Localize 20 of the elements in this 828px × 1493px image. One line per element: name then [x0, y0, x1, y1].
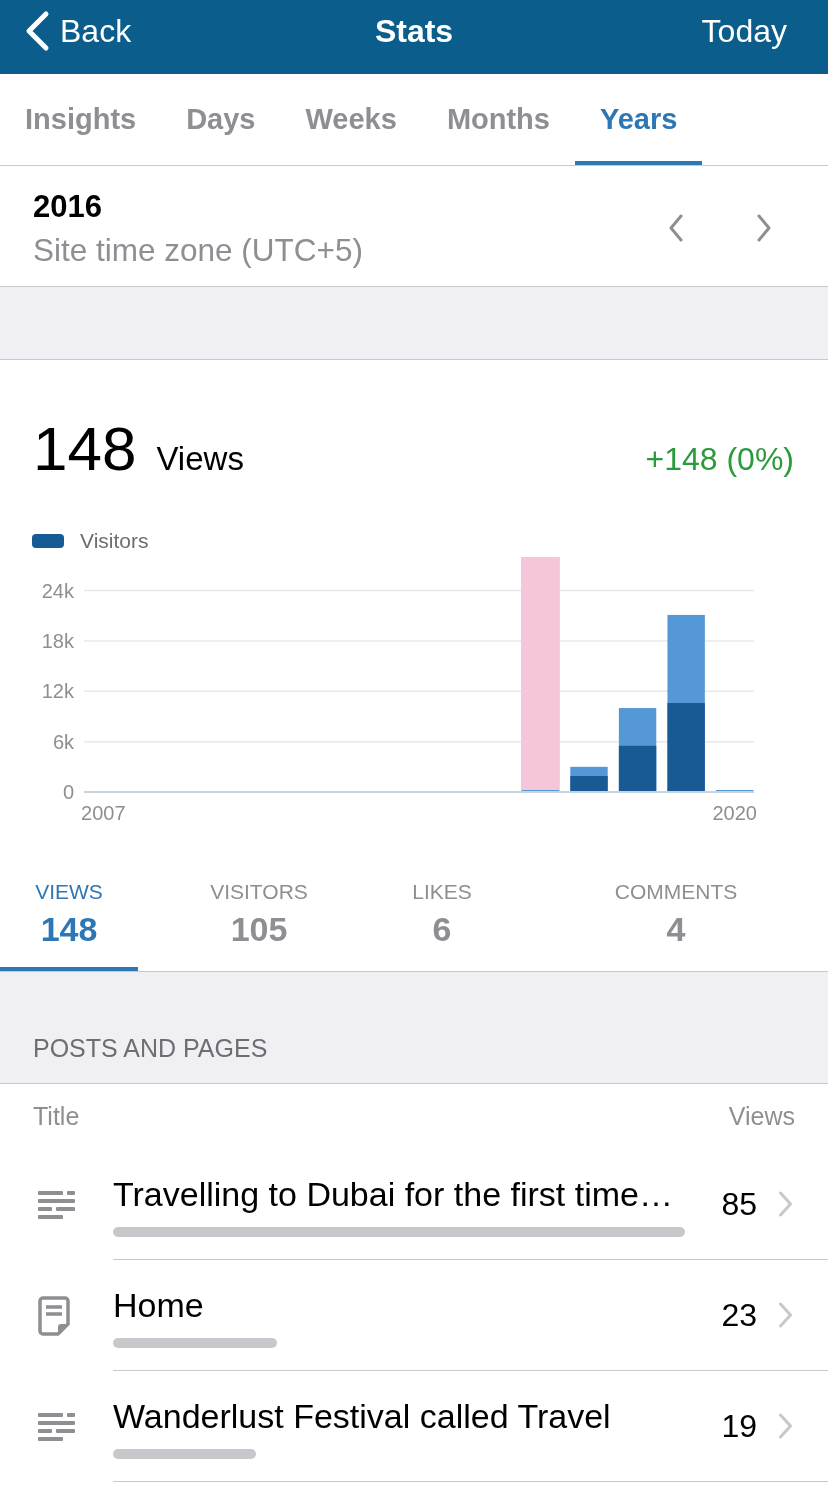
- view-count: 23: [721, 1296, 757, 1335]
- axis-label: 2020: [712, 802, 757, 824]
- section-title: POSTS AND PAGES: [33, 1033, 268, 1063]
- axis-label: 2007: [81, 802, 126, 824]
- screen-title: Stats: [374, 12, 454, 50]
- view-count: 19: [721, 1407, 757, 1446]
- axis-label: 12k: [41, 680, 74, 703]
- views-unit-label: Views: [156, 440, 244, 478]
- view-count: 85: [721, 1185, 757, 1224]
- period-title: 2016: [33, 187, 103, 226]
- views-total: 148: [33, 418, 137, 480]
- axis-label: 24k: [41, 579, 74, 602]
- change-label: +148 (0%): [645, 441, 794, 478]
- legend-label: Visitors: [80, 529, 149, 553]
- column-header: Title: [33, 1102, 80, 1131]
- axis-label: 0: [62, 781, 74, 803]
- axis-label: 6k: [52, 730, 74, 753]
- axis-label: 18k: [41, 629, 74, 652]
- column-header: Views: [728, 1102, 795, 1131]
- time-zone-label: Site time zone (UTC+5): [33, 230, 364, 270]
